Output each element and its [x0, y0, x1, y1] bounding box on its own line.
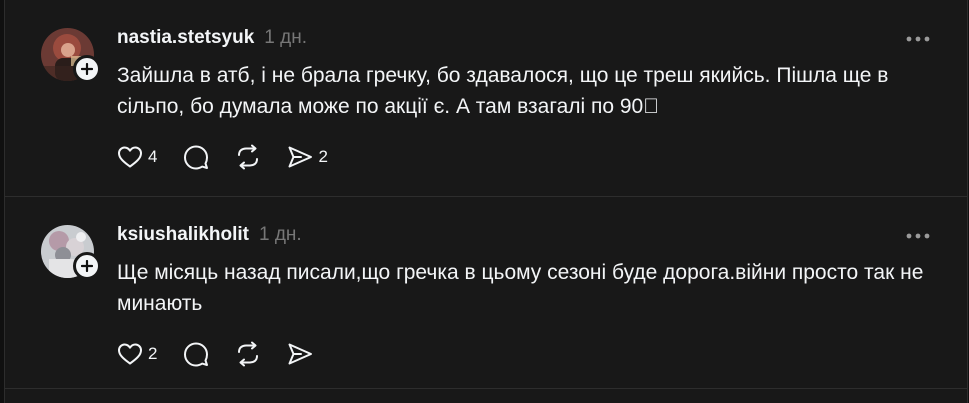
- like-button[interactable]: 2: [117, 340, 157, 368]
- share-button[interactable]: [287, 340, 318, 368]
- post-actions: 4 2: [117, 143, 354, 171]
- reply-button[interactable]: [183, 143, 209, 171]
- timestamp[interactable]: 1 дн.: [259, 224, 302, 246]
- avatar[interactable]: [41, 28, 101, 83]
- thread-post: nastia.stetsyuk 1 дн. Зайшла в атб, і не…: [5, 0, 967, 197]
- like-count: 4: [148, 147, 158, 166]
- heart-icon: [118, 343, 142, 365]
- post-header: ksiushalikholit 1 дн.: [117, 224, 302, 248]
- timestamp[interactable]: 1 дн.: [264, 27, 307, 49]
- follow-plus-icon[interactable]: [73, 55, 101, 83]
- reply-button[interactable]: [183, 340, 209, 368]
- follow-plus-icon[interactable]: [73, 252, 101, 280]
- send-icon: [288, 146, 313, 168]
- feed-column: nastia.stetsyuk 1 дн. Зайшла в атб, і не…: [4, 0, 968, 403]
- comment-icon: [184, 342, 209, 367]
- repost-button[interactable]: [235, 143, 261, 171]
- comment-icon: [184, 145, 209, 170]
- thread-post: ksiushalikholit 1 дн. Ще місяць назад пи…: [5, 197, 967, 389]
- avatar[interactable]: [41, 225, 101, 280]
- share-button[interactable]: 2: [287, 143, 328, 171]
- repost-icon: [238, 144, 259, 170]
- repost-button[interactable]: [235, 340, 261, 368]
- more-options-icon[interactable]: [905, 232, 931, 240]
- repost-icon: [238, 341, 259, 367]
- username[interactable]: ksiushalikholit: [117, 224, 249, 246]
- username[interactable]: nastia.stetsyuk: [117, 27, 254, 49]
- like-count: 2: [148, 344, 158, 363]
- post-text: Зайшла в атб, і не брала гречку, бо здав…: [117, 64, 889, 118]
- post-actions: 2: [117, 340, 344, 368]
- send-icon: [288, 343, 313, 365]
- post-header: nastia.stetsyuk 1 дн.: [117, 27, 307, 51]
- like-button[interactable]: 4: [117, 143, 157, 171]
- heart-icon: [118, 146, 142, 168]
- post-text: Ще місяць назад писали,що гречка в цьому…: [117, 261, 924, 315]
- more-options-icon[interactable]: [905, 35, 931, 43]
- share-count: 2: [318, 147, 328, 166]
